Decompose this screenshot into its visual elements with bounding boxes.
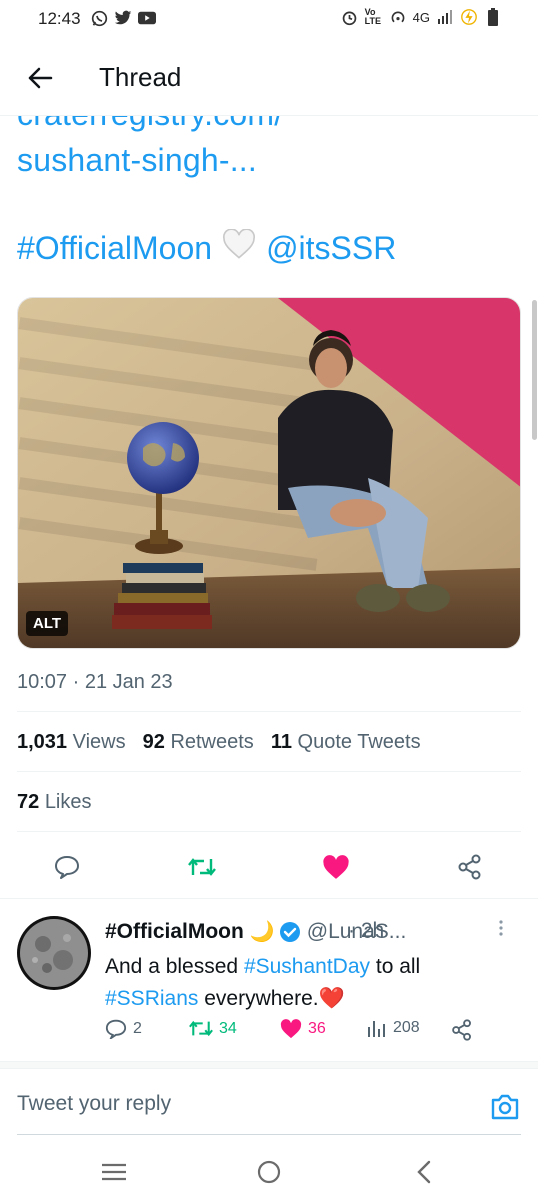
compose-divider xyxy=(0,1068,538,1069)
hashtag-link[interactable]: #SushantDay xyxy=(244,955,370,978)
alt-text-badge[interactable]: ALT xyxy=(26,611,69,636)
reply-time[interactable]: · 2h xyxy=(348,919,384,943)
reply-retweet-button[interactable]: 34 xyxy=(189,1019,237,1038)
compose-underline xyxy=(17,1134,521,1135)
share-icon xyxy=(458,854,481,880)
system-back-button[interactable] xyxy=(408,1158,440,1186)
reply-reply-button[interactable]: 2 xyxy=(105,1019,142,1039)
analytics-icon xyxy=(368,1021,385,1037)
reply-icon xyxy=(105,1019,127,1039)
reply-tweet[interactable]: #OfficialMoon 🌙 @LunaS... · 2h And a ble… xyxy=(0,901,538,1061)
hashtag-link[interactable]: #OfficialMoon xyxy=(17,230,212,267)
photo-image xyxy=(18,298,520,648)
more-options-icon[interactable] xyxy=(498,919,504,937)
mention-link[interactable]: @itsSSR xyxy=(266,230,396,267)
battery-icon xyxy=(484,8,502,26)
chevron-left-icon xyxy=(417,1160,431,1184)
twitter-icon xyxy=(114,9,132,27)
alarm-icon xyxy=(341,8,359,26)
volte-indicator: Vo LTE xyxy=(364,7,381,26)
divider xyxy=(0,898,538,899)
reply-input[interactable]: Tweet your reply xyxy=(17,1092,171,1116)
camera-button[interactable] xyxy=(490,1093,522,1125)
thread-content: craterregistry.com/ sushant-singh-... #O… xyxy=(0,116,538,1200)
divider xyxy=(17,711,521,712)
recent-apps-button[interactable] xyxy=(98,1158,130,1186)
retweets-stat[interactable]: 92 Retweets xyxy=(143,731,254,754)
hashtag-link[interactable]: #SSRians xyxy=(105,987,198,1010)
back-button[interactable] xyxy=(20,60,60,96)
tweet-link-continued[interactable]: sushant-singh-... xyxy=(17,142,257,179)
heart-filled-icon xyxy=(280,1019,302,1039)
reply-display-name[interactable]: #OfficialMoon xyxy=(105,920,244,944)
system-nav-bar xyxy=(0,1140,538,1200)
youtube-icon xyxy=(138,9,156,27)
reply-views-button[interactable]: 208 xyxy=(367,1019,420,1037)
hotspot-icon xyxy=(389,8,407,26)
tweet-timestamp[interactable]: 10:07 · 21 Jan 23 xyxy=(17,671,173,694)
network-type: 4G xyxy=(412,9,430,25)
likes-stat[interactable]: 72 Likes xyxy=(17,791,92,814)
tweet-link[interactable]: craterregistry.com/ xyxy=(17,116,283,133)
verified-badge-icon xyxy=(279,921,301,943)
tweet-tags: #OfficialMoon @itsSSR xyxy=(17,228,396,268)
red-heart-emoji: ❤️ xyxy=(318,987,345,1010)
reply-icon xyxy=(55,856,79,879)
views-stat[interactable]: 1,031 Views xyxy=(17,731,126,754)
white-heart-icon xyxy=(222,228,256,268)
share-icon xyxy=(452,1019,471,1041)
reply-like-button[interactable]: 36 xyxy=(280,1019,326,1039)
retweet-icon xyxy=(188,858,216,876)
app-header: Thread xyxy=(0,48,538,108)
menu-lines-icon xyxy=(102,1163,126,1181)
divider xyxy=(17,771,521,772)
status-bar: 12:43 Vo LTE 4G xyxy=(0,0,538,40)
charging-icon xyxy=(460,8,478,26)
like-button[interactable] xyxy=(321,852,351,882)
signal-icon xyxy=(436,8,454,26)
reply-share-button[interactable] xyxy=(451,1019,473,1041)
retweet-icon xyxy=(189,1020,213,1037)
scrollbar[interactable] xyxy=(532,300,537,440)
avatar[interactable] xyxy=(17,916,91,990)
home-circle-icon xyxy=(257,1160,281,1184)
tweet-actions xyxy=(0,846,538,886)
reply-button[interactable] xyxy=(52,852,82,882)
back-arrow-icon xyxy=(28,67,53,89)
home-button[interactable] xyxy=(253,1158,285,1186)
heart-filled-icon xyxy=(323,854,349,879)
quote-tweets-stat[interactable]: 11 Quote Tweets xyxy=(271,731,421,754)
moon-emoji-icon: 🌙 xyxy=(249,921,275,943)
whatsapp-icon xyxy=(90,9,108,27)
reply-actions: 2 34 36 208 xyxy=(105,1019,485,1047)
camera-icon xyxy=(491,1094,519,1120)
status-time: 12:43 xyxy=(38,9,81,28)
page-title: Thread xyxy=(99,62,182,92)
reply-body: And a blessed #SushantDay to all #SSRians… xyxy=(105,955,421,1010)
share-button[interactable] xyxy=(455,852,485,882)
retweet-button[interactable] xyxy=(187,852,217,882)
moon-avatar-image xyxy=(17,916,91,990)
tweet-photo[interactable]: ALT xyxy=(17,297,521,649)
tweet-stats: 1,031 Views 92 Retweets 11 Quote Tweets xyxy=(17,731,421,754)
divider xyxy=(17,831,521,832)
